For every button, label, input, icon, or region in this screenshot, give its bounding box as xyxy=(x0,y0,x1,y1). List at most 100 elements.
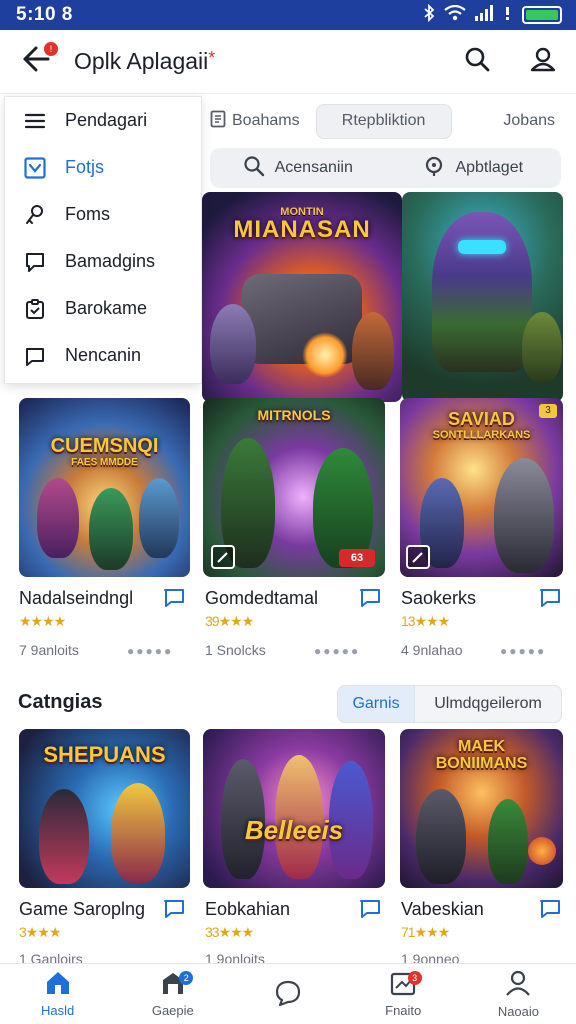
game-card-title[interactable]: Game Saroplng xyxy=(19,899,145,920)
rating-stars: 71★★★ xyxy=(401,924,450,940)
art-subtitle: SONTLLLARKANS xyxy=(432,429,531,441)
status-bar: 5:10 8 xyxy=(0,0,576,30)
drawer-item-label: Foms xyxy=(65,204,110,224)
message-icon xyxy=(23,344,47,368)
art-figure xyxy=(139,478,179,558)
nav-home[interactable]: Hasld xyxy=(0,964,115,1024)
app-bar: ! Oplk Aplagaii* xyxy=(0,30,576,94)
status-time: 5:10 8 xyxy=(16,4,73,25)
nav-badge: 3 xyxy=(407,971,422,985)
art-figure xyxy=(528,837,556,865)
clipboard-icon xyxy=(23,297,47,321)
game-card-title[interactable]: Gomdedtamal xyxy=(205,588,318,609)
download-count: 1 Snolcks xyxy=(205,642,266,658)
drawer-item-label: Bamadgins xyxy=(65,251,156,271)
game-card-art[interactable]: CUEMSNQI FAES MMDDE xyxy=(19,398,190,577)
hero-banner-main[interactable]: MONTIN MIANASAN xyxy=(202,192,402,402)
hero-title: MIANASAN xyxy=(233,216,371,243)
account-button[interactable] xyxy=(510,30,576,94)
chat-bubble-icon xyxy=(23,250,47,274)
nav-games[interactable]: 2 Gaepie xyxy=(115,964,230,1024)
chat-icon xyxy=(274,979,302,1010)
game-card-art[interactable]: MITRNOLS 63 xyxy=(203,398,385,577)
search-alt-icon xyxy=(423,155,445,182)
art-title: CUEMSNQI xyxy=(50,435,159,457)
search-filter[interactable]: Apbtlaget xyxy=(386,155,562,182)
rating-stars: ★★★★ xyxy=(19,613,66,629)
side-hero-figure xyxy=(432,212,532,372)
game-card-art[interactable]: SHEPUANS xyxy=(19,729,190,888)
search-left-label: Acensaniin xyxy=(274,159,353,176)
person-key-icon xyxy=(23,203,47,227)
art-figure xyxy=(37,478,79,558)
nav-games-label: Gaepie xyxy=(151,1003,194,1018)
chat-icon[interactable] xyxy=(359,899,381,919)
search-input[interactable]: Acensaniin xyxy=(210,155,386,182)
art-figure xyxy=(494,458,554,573)
home-icon xyxy=(44,970,72,999)
tab-jobans[interactable]: Jobans xyxy=(503,112,555,130)
game-card-title[interactable]: Vabeskian xyxy=(401,899,484,920)
drawer-item-nencanin[interactable]: Nencanin xyxy=(5,332,201,379)
navigation-drawer: Pendagari Fotjs Foms Bamadgins Barokame … xyxy=(4,96,202,384)
chat-icon[interactable] xyxy=(163,899,185,919)
chat-icon[interactable] xyxy=(539,588,561,608)
nav-profile[interactable]: Naoaio xyxy=(461,964,576,1024)
game-card-art[interactable]: Belleeis xyxy=(203,729,385,888)
drawer-item-label: Pendagari xyxy=(65,110,148,130)
nav-home-label: Hasld xyxy=(40,1003,75,1018)
segment-ulmdqgeilerom[interactable]: Ulmdqgeilerom xyxy=(414,685,562,723)
game-card-title[interactable]: Eobkahian xyxy=(205,899,290,920)
hero-goblin-figure xyxy=(210,304,256,384)
back-button[interactable]: ! xyxy=(6,30,66,94)
art-figure xyxy=(39,789,89,884)
more-dots-icon[interactable]: ●●●●● xyxy=(127,644,173,658)
profile-icon xyxy=(504,969,532,1000)
hero-warrior-figure xyxy=(352,312,394,390)
game-card-title[interactable]: Nadalseindngl xyxy=(19,588,133,609)
drawer-item-bamadgins[interactable]: Bamadgins xyxy=(5,238,201,285)
game-card-art[interactable]: MAEK BONIIMANS xyxy=(400,729,563,888)
rating-stars: 3★★★ xyxy=(19,924,61,940)
chat-icon[interactable] xyxy=(539,899,561,919)
search-icon xyxy=(464,46,490,77)
game-card-art[interactable]: SAVIAD SONTLLLARKANS 3 xyxy=(400,398,563,577)
drawer-item-label: Nencanin xyxy=(65,345,142,365)
art-badge: 3 xyxy=(539,404,557,418)
user-icon xyxy=(530,46,556,77)
notification-badge: ! xyxy=(44,41,58,56)
nav-chat[interactable] xyxy=(230,964,345,1024)
side-hero-visor xyxy=(458,240,506,254)
download-count: 7 9anloits xyxy=(19,642,79,658)
filter-chip[interactable]: Rtepbliktion xyxy=(315,103,452,139)
chat-icon[interactable] xyxy=(359,588,381,608)
drawer-item-pendagari[interactable]: Pendagari xyxy=(5,97,201,144)
segment-garnis[interactable]: Garnis xyxy=(337,685,415,723)
hero-banner-side[interactable] xyxy=(402,192,563,402)
drawer-item-foms[interactable]: Foms xyxy=(5,191,201,238)
drawer-item-fotjs[interactable]: Fotjs xyxy=(5,144,201,191)
search-button[interactable] xyxy=(444,30,510,94)
checkbox-icon xyxy=(23,156,47,180)
search-icon xyxy=(243,155,265,182)
drawer-item-label: Fotjs xyxy=(65,157,105,177)
art-figure xyxy=(488,799,528,884)
drawer-item-barokame[interactable]: Barokame xyxy=(5,285,201,332)
download-count: 4 9nlahao xyxy=(401,642,463,658)
tab-boahams[interactable]: Boahams xyxy=(210,110,300,133)
art-figure xyxy=(111,783,165,883)
nav-badge: 2 xyxy=(179,971,194,985)
rating-stars: 13★★★ xyxy=(401,613,450,629)
more-dots-icon[interactable]: ●●●●● xyxy=(314,644,360,658)
art-title: SHEPUANS xyxy=(43,742,166,767)
more-dots-icon[interactable]: ●●●●● xyxy=(500,644,546,658)
nav-inbox[interactable]: 3 Fnaito xyxy=(346,964,461,1024)
side-hero-ally xyxy=(522,312,562,382)
page-title: Oplk Aplagaii* xyxy=(74,48,444,75)
search-right-label: Apbtlaget xyxy=(455,159,524,176)
bluetooth-icon xyxy=(422,3,436,27)
game-card-title[interactable]: Saokerks xyxy=(401,588,476,609)
chat-icon[interactable] xyxy=(163,588,185,608)
nav-inbox-label: Fnaito xyxy=(385,1003,422,1018)
art-title: MAEK BONIIMANS xyxy=(435,738,528,772)
